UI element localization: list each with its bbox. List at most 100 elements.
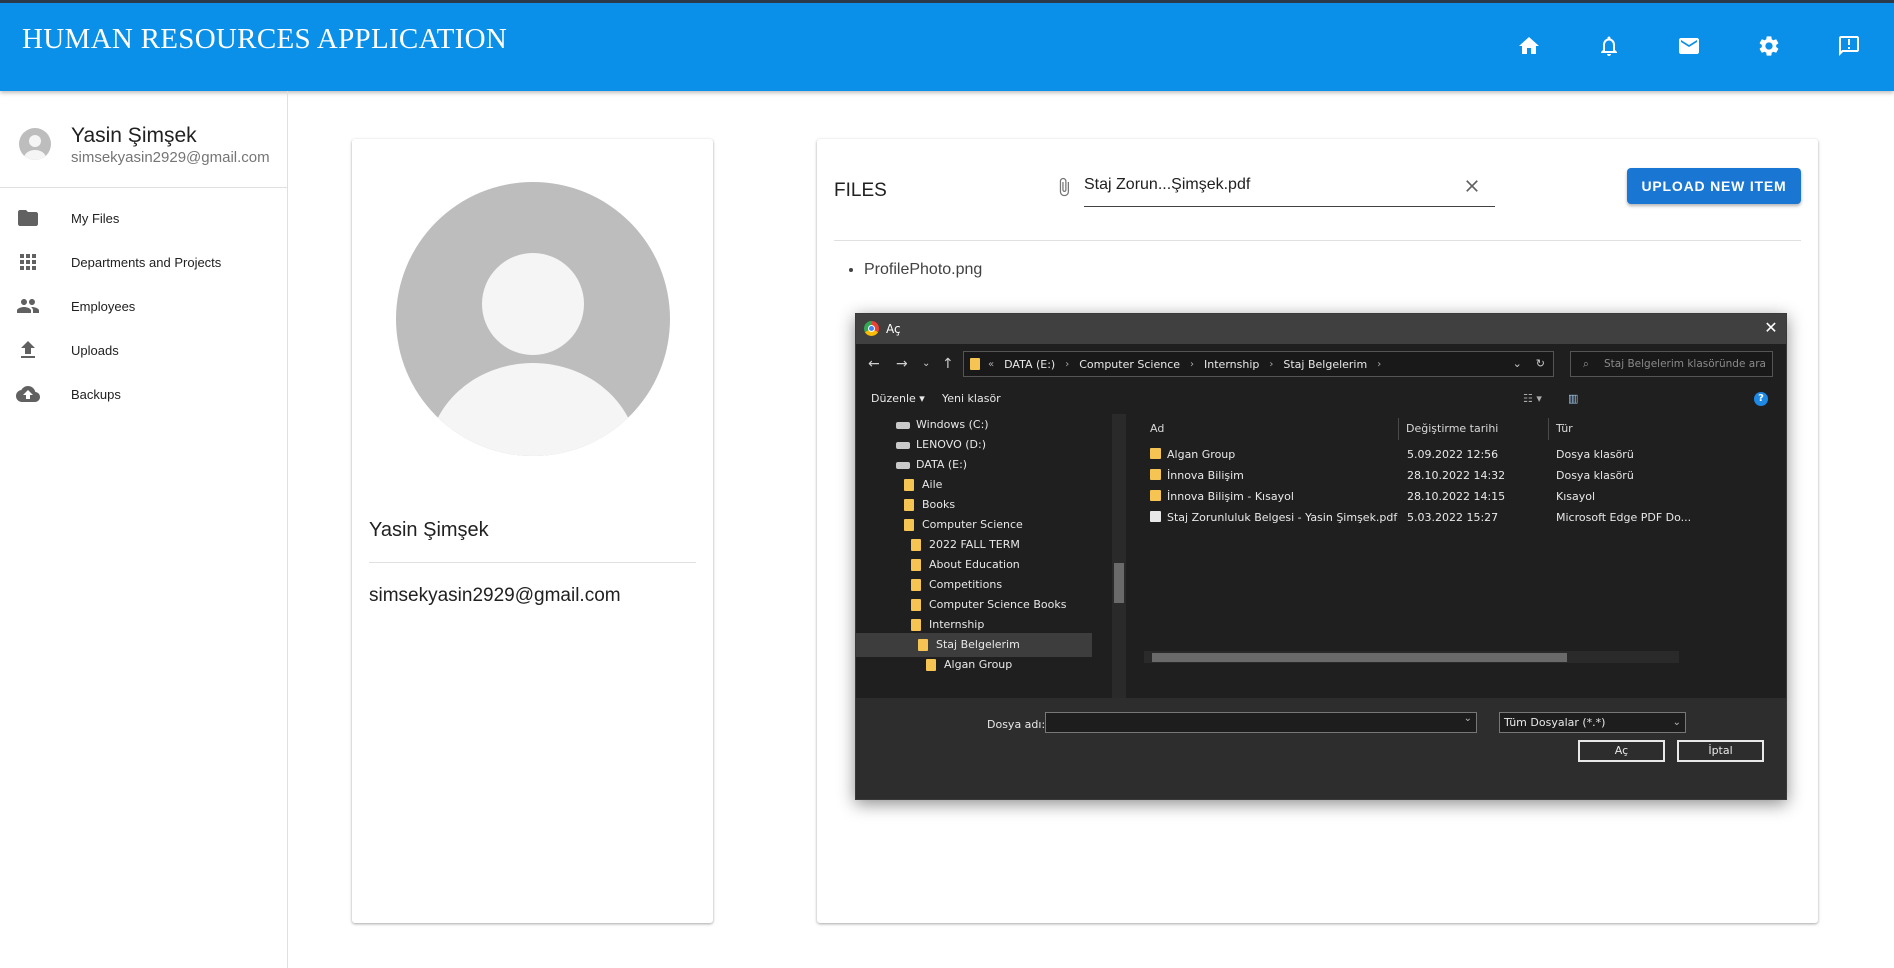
people-icon [15, 293, 41, 319]
folder-icon [1150, 448, 1161, 459]
chevron-right-icon: › [1377, 358, 1382, 370]
list-item[interactable]: ProfilePhoto.png [864, 261, 982, 279]
help-icon[interactable]: ? [1754, 392, 1768, 406]
horizontal-scrollbar-thumb[interactable] [1152, 653, 1567, 662]
drive-icon [896, 441, 910, 449]
mail-icon[interactable] [1674, 31, 1704, 61]
folder-icon [911, 539, 921, 551]
chevron-down-icon[interactable]: ⌄ [1464, 713, 1472, 724]
column-divider[interactable] [1398, 418, 1399, 440]
file-list: ProfilePhoto.png [834, 261, 982, 279]
tree-item[interactable]: Algan Group [926, 653, 1012, 677]
sidebar-item-backups[interactable]: Backups [0, 372, 287, 416]
gear-icon[interactable] [1754, 31, 1784, 61]
view-options-icon[interactable]: ☷ ▾ [1523, 392, 1542, 405]
open-button[interactable]: Aç [1578, 740, 1665, 762]
organize-button[interactable]: Düzenle ▾ [871, 392, 925, 405]
app-header: HUMAN RESOURCES APPLICATION [0, 0, 1894, 91]
sidebar-item-my-files[interactable]: My Files [0, 196, 287, 240]
dialog-titlebar[interactable]: Aç ✕ [856, 314, 1786, 344]
new-folder-button[interactable]: Yeni klasör [942, 392, 1001, 405]
search-input[interactable]: ⌕ Staj Belgelerim klasöründe ara [1570, 351, 1773, 377]
file-row[interactable]: İnnova Bilişim - Kısayol 28.10.2022 14:1… [1136, 488, 1786, 506]
bell-icon[interactable] [1594, 31, 1624, 61]
sidebar-item-label: Uploads [71, 342, 119, 358]
sidebar-item-employees[interactable]: Employees [0, 284, 287, 328]
upload-icon [15, 337, 41, 363]
files-title: FILES [834, 180, 887, 201]
column-modified[interactable]: Değiştirme tarihi [1406, 422, 1498, 435]
pdf-icon [1150, 511, 1161, 522]
home-icon[interactable] [1514, 31, 1544, 61]
sidebar-user-email: simsekyasin2929@gmail.com [71, 149, 270, 166]
column-type[interactable]: Tür [1556, 422, 1573, 435]
file-list-view: Ad Değiştirme tarihi Tür Algan Group 5.0… [1136, 414, 1786, 698]
shortcut-icon [1150, 490, 1161, 501]
divider [834, 240, 1801, 241]
address-row: ← → ⌄ ↑ « DATA (E:) › Computer Science ›… [856, 344, 1786, 384]
tree-scrollbar-thumb[interactable] [1114, 563, 1124, 603]
sidebar-item-uploads[interactable]: Uploads [0, 328, 287, 372]
preview-pane-icon[interactable]: ▥ [1568, 392, 1578, 405]
filename-input[interactable]: ⌄ [1045, 712, 1477, 733]
open-file-dialog: Aç ✕ ← → ⌄ ↑ « DATA (E:) › Computer Scie… [855, 313, 1787, 800]
filetype-select[interactable]: Tüm Dosyalar (*.*) ⌄ [1499, 712, 1686, 733]
breadcrumb-item[interactable]: Computer Science [1079, 358, 1180, 371]
sidebar-item-label: Employees [71, 298, 136, 314]
selected-file-name[interactable]: Staj Zorun...Şimşek.pdf [1084, 163, 1495, 207]
folder-tree: Windows (C:) LENOVO (D:) DATA (E:) Aile … [856, 414, 1092, 698]
chevron-down-icon[interactable]: ⌄ [1673, 713, 1681, 732]
folder-icon [904, 519, 914, 531]
close-icon[interactable]: ✕ [1762, 319, 1780, 337]
feedback-icon[interactable] [1834, 31, 1864, 61]
folder-icon [1150, 469, 1161, 480]
address-bar[interactable]: « DATA (E:) › Computer Science › Interns… [963, 351, 1554, 377]
search-icon: ⌕ [1583, 358, 1589, 370]
file-row[interactable]: İnnova Bilişim 28.10.2022 14:32 Dosya kl… [1136, 467, 1786, 485]
sidebar-item-label: Departments and Projects [71, 254, 222, 270]
close-icon[interactable] [1462, 176, 1482, 196]
sidebar-item-departments[interactable]: Departments and Projects [0, 240, 287, 284]
apps-grid-icon [15, 249, 41, 275]
breadcrumb-item[interactable]: Staj Belgelerim [1283, 358, 1367, 371]
dialog-toolbar: Düzenle ▾ Yeni klasör ☷ ▾ ▥ ? [856, 384, 1786, 414]
sidebar: Yasin Şimşek simsekyasin2929@gmail.com M… [0, 91, 288, 968]
folder-icon [904, 479, 914, 491]
profile-card: Yasin Şimşek simsekyasin2929@gmail.com [352, 139, 713, 923]
dialog-title: Aç [886, 322, 901, 336]
folder-icon [926, 659, 936, 671]
file-row[interactable]: Algan Group 5.09.2022 12:56 Dosya klasör… [1136, 446, 1786, 464]
folder-icon [911, 579, 921, 591]
dialog-footer: Dosya adı: ⌄ Tüm Dosyalar (*.*) ⌄ Aç İpt… [856, 698, 1786, 799]
folder-icon [911, 559, 921, 571]
column-divider[interactable] [1548, 418, 1549, 440]
cloud-upload-icon [15, 381, 41, 407]
chevron-right-icon: › [1269, 358, 1274, 370]
breadcrumb-item[interactable]: Internship [1204, 358, 1259, 371]
divider [369, 562, 696, 563]
upload-new-item-button[interactable]: UPLOAD NEW ITEM [1627, 168, 1801, 204]
chevron-down-icon[interactable]: ⌄ [922, 358, 930, 369]
folder-icon [911, 619, 921, 631]
app-title: HUMAN RESOURCES APPLICATION [22, 23, 508, 55]
folder-icon [970, 358, 980, 370]
profile-email: simsekyasin2929@gmail.com [369, 585, 621, 606]
file-row[interactable]: Staj Zorunluluk Belgesi - Yasin Şimşek.p… [1136, 509, 1786, 527]
up-arrow-icon[interactable]: ↑ [942, 356, 954, 372]
back-arrow-icon[interactable]: ← [868, 356, 880, 372]
file-input[interactable]: Staj Zorun...Şimşek.pdf [1054, 163, 1495, 208]
tree-scrollbar[interactable] [1112, 414, 1126, 698]
refresh-icon[interactable]: ⌄ ↻ [1513, 357, 1545, 370]
folder-icon [15, 205, 41, 231]
cancel-button[interactable]: İptal [1677, 740, 1764, 762]
chevron-right-icon: › [1190, 358, 1195, 370]
forward-arrow-icon[interactable]: → [896, 356, 908, 372]
profile-avatar [396, 182, 670, 456]
sidebar-item-label: Backups [71, 386, 121, 402]
column-name[interactable]: Ad [1150, 422, 1164, 435]
breadcrumb-overflow-icon[interactable]: « [988, 359, 994, 370]
drive-icon [896, 421, 910, 429]
profile-name: Yasin Şimşek [369, 519, 489, 541]
breadcrumb-item[interactable]: DATA (E:) [1004, 358, 1055, 371]
drive-icon [896, 461, 910, 469]
